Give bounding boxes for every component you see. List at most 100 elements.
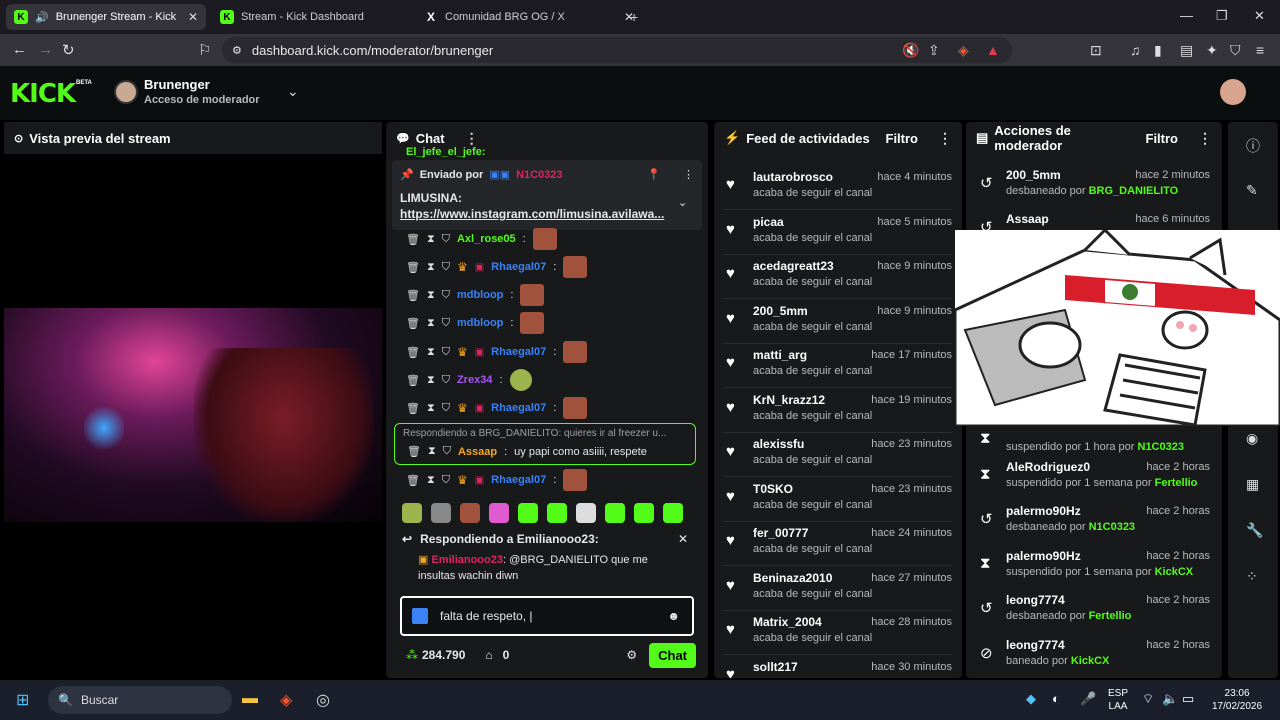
emote[interactable]	[460, 503, 480, 523]
delete-icon[interactable]: 🗑	[406, 402, 420, 415]
sidebar-icon[interactable]: ▮	[1154, 42, 1162, 59]
ban-icon[interactable]: ⛉	[443, 445, 451, 458]
chat-input[interactable]: falta de respeto, | ☻	[400, 596, 694, 636]
delete-icon[interactable]: 🗑	[406, 474, 420, 487]
delete-icon[interactable]: 🗑	[407, 445, 421, 458]
delete-icon[interactable]: 🗑	[406, 374, 420, 387]
emote[interactable]	[547, 503, 567, 523]
mod-target-username[interactable]: leong7774	[1006, 593, 1065, 607]
ban-icon[interactable]: ⛉	[442, 474, 450, 487]
activity-username[interactable]: alexissfu	[753, 437, 804, 451]
clock[interactable]: 23:06 17/02/2026	[1212, 687, 1262, 713]
leo-ai-icon[interactable]: ✦	[1206, 42, 1218, 59]
activity-username[interactable]: 200_5mm	[753, 304, 808, 318]
tab-comunidad-brg[interactable]: X Comunidad BRG OG / X ✕	[416, 4, 642, 30]
info-icon[interactable]: ⓘ	[1246, 136, 1260, 156]
activity-username[interactable]: Beninaza2010	[753, 571, 832, 585]
minimize-icon[interactable]: —	[1180, 8, 1193, 23]
delete-icon[interactable]: 🗑	[406, 233, 420, 246]
mod-target-username[interactable]: 200_5mm	[1006, 168, 1061, 182]
chat-username[interactable]: mdbloop	[457, 289, 503, 301]
activity-username[interactable]: fer_00777	[753, 526, 808, 540]
microphone-icon[interactable]: 🎤	[1080, 692, 1096, 705]
ban-icon[interactable]: ⛉	[442, 289, 450, 302]
activity-username[interactable]: acedagreatt23	[753, 259, 834, 273]
delete-icon[interactable]: 🗑	[406, 289, 420, 302]
language-indicator[interactable]: ESP LAA	[1108, 687, 1128, 713]
ban-icon[interactable]: ⛉	[442, 346, 450, 359]
defender-icon[interactable]: ◆	[1026, 692, 1036, 705]
timeout-icon[interactable]: ⧗	[427, 289, 435, 302]
screenshot-icon[interactable]: ⊡	[1090, 42, 1102, 59]
reload-icon[interactable]: ↻	[62, 41, 75, 59]
timeout-icon[interactable]: ⧗	[428, 445, 436, 458]
emoji-picker-icon[interactable]: ☻	[667, 609, 680, 623]
chat-username[interactable]: Assaap	[458, 446, 497, 458]
speaker-icon[interactable]: 🔊	[35, 11, 49, 24]
integrations-icon[interactable]: ⁘	[1246, 568, 1258, 585]
brave-shield-icon[interactable]: ◈	[958, 42, 969, 59]
tray-icon[interactable]: ◐	[1052, 692, 1060, 705]
address-bar[interactable]: ⚙ dashboard.kick.com/moderator/brunenger	[222, 37, 1012, 63]
moderator-username[interactable]: N1C0323	[1089, 521, 1135, 533]
emote[interactable]	[605, 503, 625, 523]
maximize-icon[interactable]: ❐	[1216, 8, 1228, 24]
chat-username[interactable]: Zrex34	[457, 374, 492, 386]
mod-target-username[interactable]: palermo90Hz	[1006, 504, 1081, 518]
mod-target-username[interactable]: Assaap	[1006, 212, 1049, 226]
volume-icon[interactable]: 🔈	[1162, 692, 1178, 705]
wallet-icon[interactable]: ▤	[1180, 42, 1193, 59]
close-reply-icon[interactable]: ✕	[678, 532, 688, 546]
activity-username[interactable]: T0SKO	[753, 482, 793, 496]
moderator-username[interactable]: Fertellio	[1155, 477, 1198, 489]
timeout-icon[interactable]: ⧗	[427, 346, 435, 359]
emote[interactable]	[663, 503, 683, 523]
timeout-icon[interactable]: ⧗	[427, 374, 435, 387]
brave-browser-icon[interactable]: ◈	[280, 690, 292, 710]
stream-video[interactable]	[4, 308, 382, 522]
delete-icon[interactable]: 🗑	[406, 346, 420, 359]
forward-icon[interactable]: →	[38, 41, 53, 58]
ban-icon[interactable]: ⛉	[442, 374, 450, 387]
activity-username[interactable]: sollt217	[753, 660, 798, 674]
mod-target-username[interactable]: leong7774	[1006, 638, 1065, 652]
user-avatar[interactable]	[1220, 79, 1246, 105]
mod-target-username[interactable]: palermo90Hz	[1006, 549, 1081, 563]
timeout-icon[interactable]: ⧗	[427, 474, 435, 487]
kick-logo[interactable]: KICK	[10, 79, 76, 109]
back-icon[interactable]: ←	[12, 41, 27, 58]
tab-kick-dashboard[interactable]: K Stream - Kick Dashboard	[212, 4, 412, 30]
close-tab-icon[interactable]: ✕	[188, 10, 198, 24]
layout-icon[interactable]: ▦	[1246, 476, 1259, 493]
taskbar-search[interactable]: 🔍 Buscar	[48, 686, 232, 714]
timeout-icon[interactable]: ⧗	[427, 317, 435, 330]
site-settings-icon[interactable]: ⚙	[232, 44, 242, 57]
chat-username[interactable]: Rhaegal07	[491, 474, 546, 486]
activity-username[interactable]: KrN_krazz12	[753, 393, 825, 407]
windows-start-icon[interactable]: ⊞	[16, 690, 29, 710]
edit-pencil-icon[interactable]: ✎	[1246, 182, 1258, 199]
pinned-sender[interactable]: N1C0323	[516, 169, 562, 181]
emote[interactable]	[634, 503, 654, 523]
pinned-expand-chevron-down-icon[interactable]: ⌄	[678, 196, 687, 209]
bookmark-icon[interactable]: ⚐	[198, 41, 211, 59]
activity-username[interactable]: matti_arg	[753, 348, 807, 362]
moderator-username[interactable]: N1C0323	[1138, 441, 1184, 453]
close-window-icon[interactable]: ✕	[1254, 8, 1265, 24]
obs-icon[interactable]: ◎	[316, 690, 330, 710]
channel-switch-chevron-down-icon[interactable]: ⌄	[287, 83, 299, 100]
ban-icon[interactable]: ⛉	[442, 233, 450, 246]
pinned-link[interactable]: https://www.instagram.com/limusina.avila…	[400, 207, 670, 221]
ban-icon[interactable]: ⛉	[442, 317, 450, 330]
unpin-icon[interactable]: 📍	[647, 168, 661, 181]
chat-username[interactable]: Rhaegal07	[491, 261, 546, 273]
ban-icon[interactable]: ⛉	[442, 402, 450, 415]
chat-menu-icon[interactable]: ⋮	[465, 130, 479, 147]
broadcast-icon[interactable]: ◉	[1246, 430, 1258, 447]
battery-icon[interactable]: ▭	[1182, 692, 1194, 705]
moderator-username[interactable]: KickCX	[1155, 566, 1194, 578]
chat-username[interactable]: Emilianooo23	[431, 554, 503, 566]
store-icon[interactable]: ⌂	[485, 648, 492, 662]
chat-username[interactable]: Rhaegal07	[491, 402, 546, 414]
chat-username[interactable]: Axl_rose05	[457, 233, 516, 245]
